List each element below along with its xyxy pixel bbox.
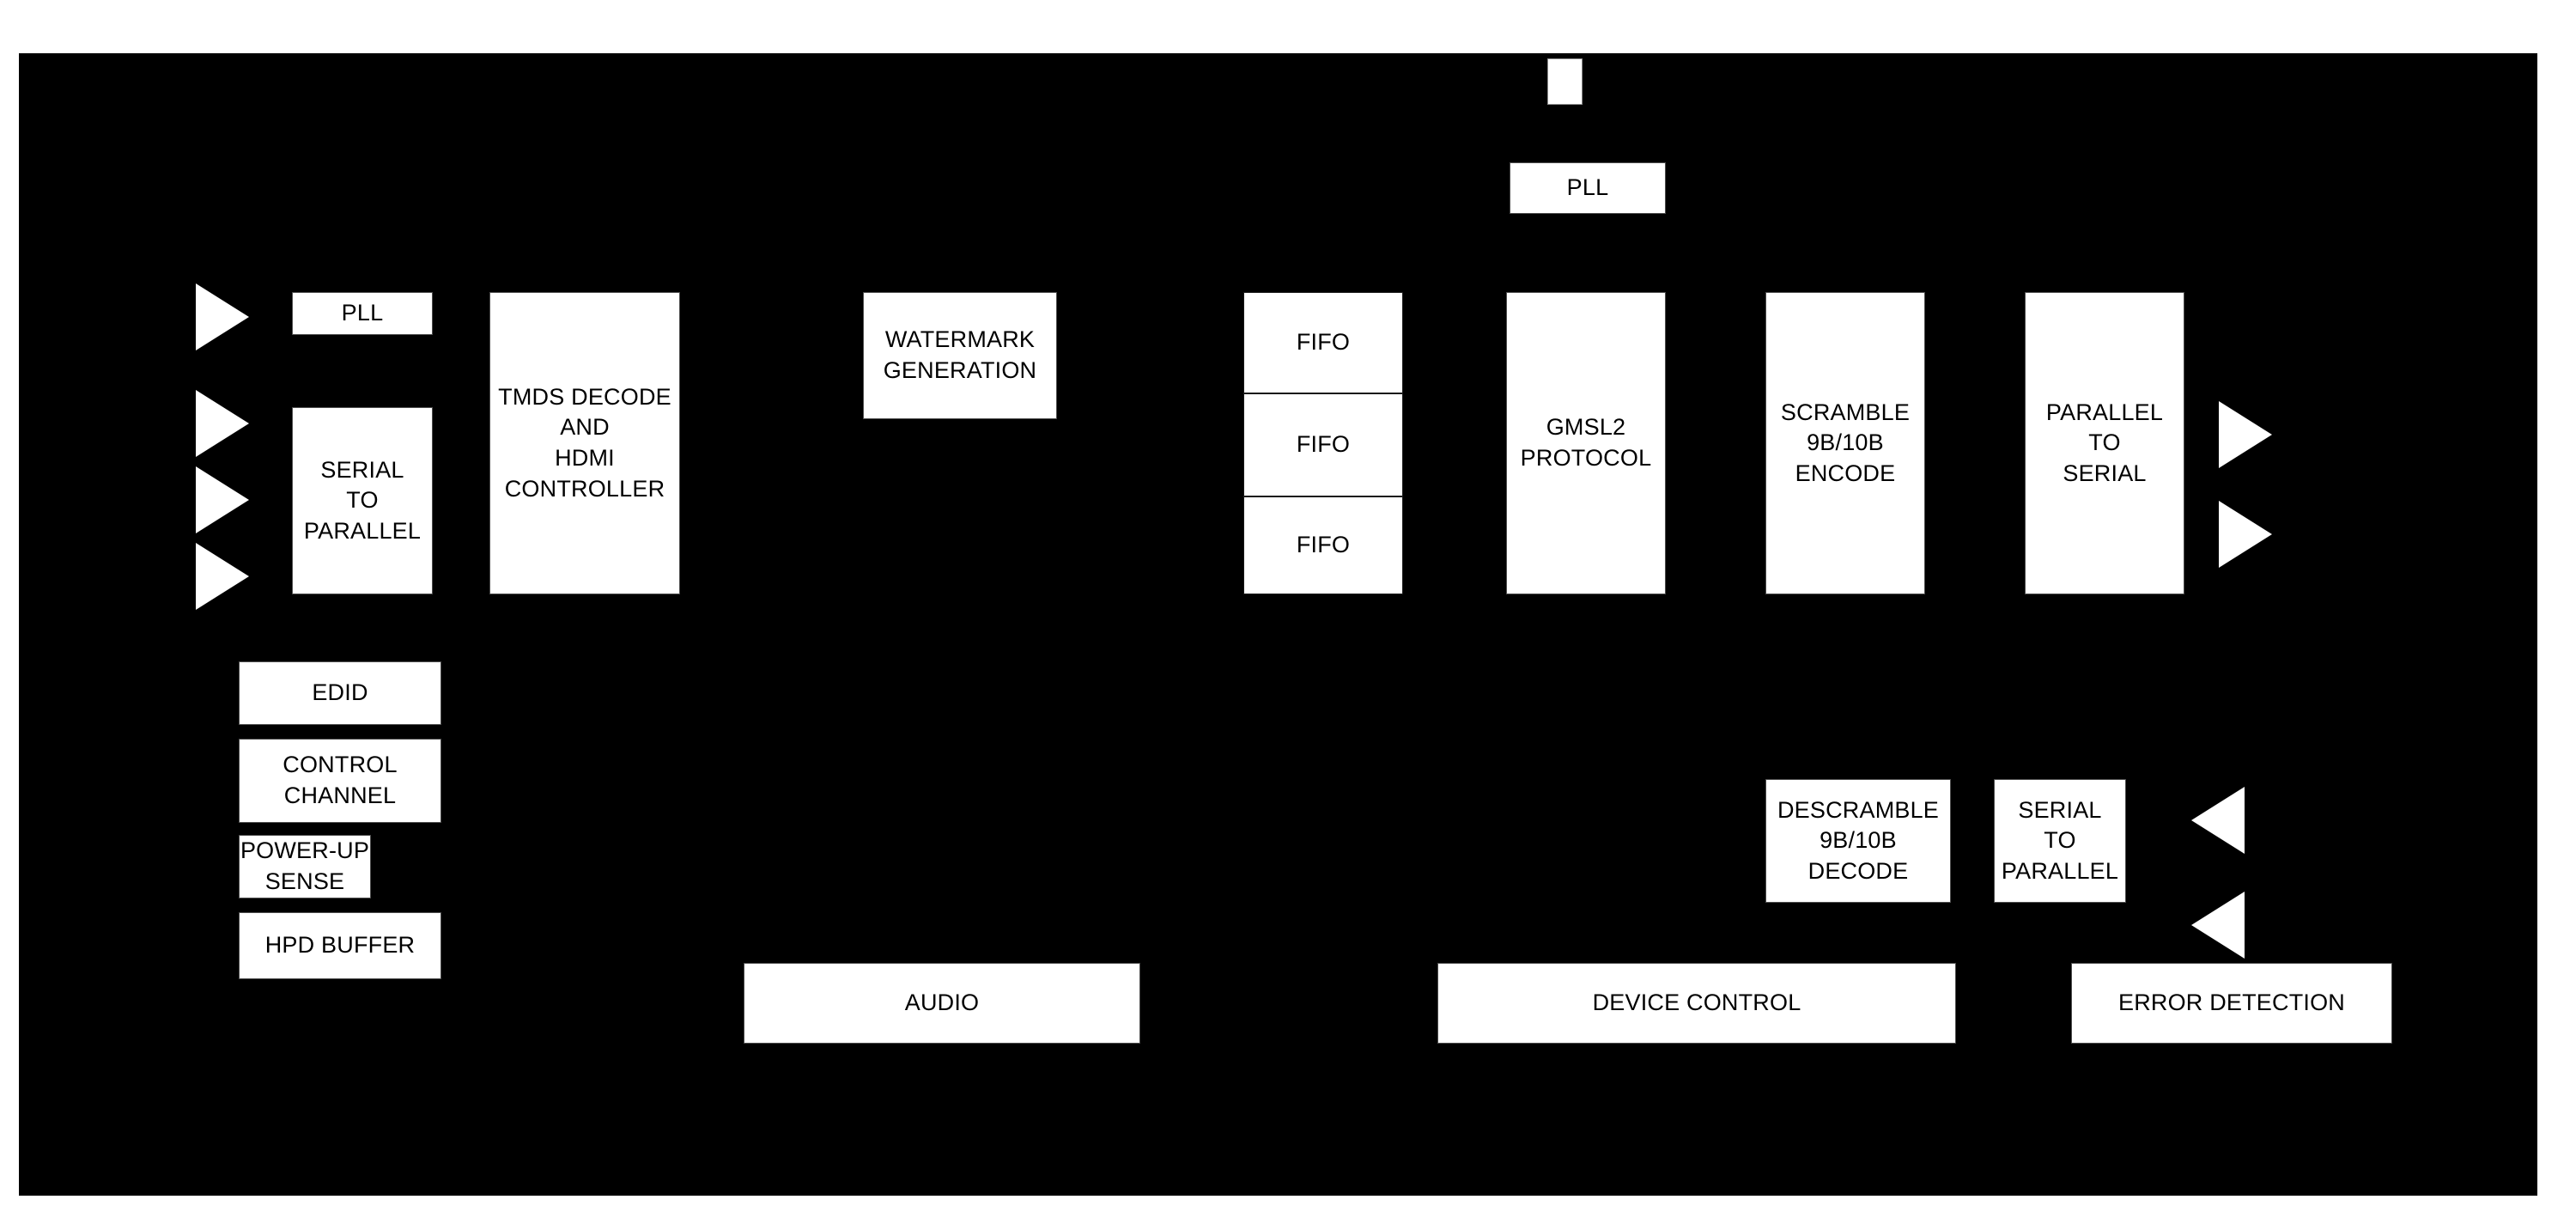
block-fifo-2[interactable]: FIFO xyxy=(1243,393,1403,496)
input-buffer-3-triangle-right-icon xyxy=(196,466,249,533)
input-buffer-5-triangle-left-icon xyxy=(2191,787,2245,854)
block-pll-input[interactable]: PLL xyxy=(292,292,433,335)
input-buffer-1-triangle-right-icon xyxy=(196,283,249,350)
block-watermark-generation[interactable]: WATERMARK GENERATION xyxy=(863,292,1057,419)
input-buffer-4-triangle-right-icon xyxy=(196,543,249,610)
block-error-detection[interactable]: ERROR DETECTION xyxy=(2071,963,2392,1044)
block-serial-to-parallel-receive[interactable]: SERIAL TO PARALLEL xyxy=(1994,779,2126,903)
block-pll-top[interactable]: PLL xyxy=(1510,162,1666,214)
block-audio[interactable]: AUDIO xyxy=(744,963,1140,1044)
block-tmds-decode-hdmi-controller[interactable]: TMDS DECODE AND HDMI CONTROLLER xyxy=(489,292,680,594)
input-buffer-6-triangle-left-icon xyxy=(2191,892,2245,959)
block-descramble-decode[interactable]: DESCRAMBLE 9B/10B DECODE xyxy=(1765,779,1951,903)
device-body-outline: PLL PLL SERIAL TO PARALLEL TMDS DECODE A… xyxy=(19,53,2537,1196)
input-buffer-2-triangle-right-icon xyxy=(196,390,249,457)
block-parallel-to-serial[interactable]: PARALLEL TO SERIAL xyxy=(2025,292,2184,594)
block-device-control[interactable]: DEVICE CONTROL xyxy=(1437,963,1956,1044)
block-gmsl2-protocol[interactable]: GMSL2 PROTOCOL xyxy=(1506,292,1666,594)
block-scramble-encode[interactable]: SCRAMBLE 9B/10B ENCODE xyxy=(1765,292,1925,594)
block-diagram-canvas: PLL PLL SERIAL TO PARALLEL TMDS DECODE A… xyxy=(0,0,2576,1224)
block-power-up-sense[interactable]: POWER-UP SENSE xyxy=(239,835,371,898)
reference-clock-pad xyxy=(1547,58,1583,105)
output-buffer-2-triangle-right-icon xyxy=(2219,501,2272,568)
block-fifo-3[interactable]: FIFO xyxy=(1243,496,1403,594)
block-fifo-1[interactable]: FIFO xyxy=(1243,292,1403,393)
block-control-channel[interactable]: CONTROL CHANNEL xyxy=(239,739,441,823)
block-hpd-buffer[interactable]: HPD BUFFER xyxy=(239,912,441,979)
block-serial-to-parallel-input[interactable]: SERIAL TO PARALLEL xyxy=(292,407,433,594)
block-edid[interactable]: EDID xyxy=(239,661,441,725)
output-buffer-1-triangle-right-icon xyxy=(2219,401,2272,468)
